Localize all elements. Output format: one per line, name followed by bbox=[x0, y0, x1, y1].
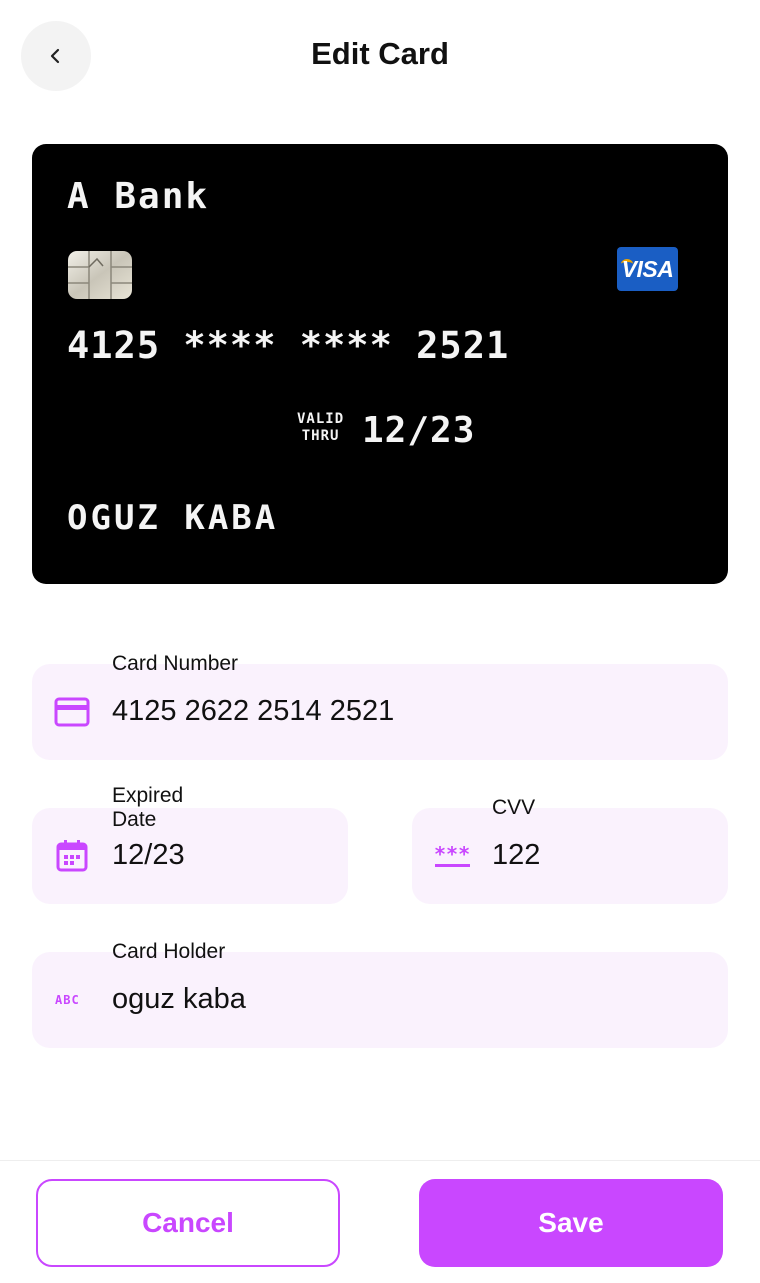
app-header: Edit Card bbox=[0, 0, 760, 110]
card-holder-display: OGUZ KABA bbox=[67, 498, 279, 538]
card-number-input[interactable]: 4125 2622 2514 2521 bbox=[112, 695, 394, 728]
card-brand: VISA bbox=[621, 256, 674, 282]
calendar-icon bbox=[56, 840, 88, 872]
valid-thru-label: VALID THRU bbox=[297, 411, 344, 445]
card-expiry-display: 12/23 bbox=[362, 410, 476, 451]
valid-thru-line1: VALID bbox=[297, 411, 345, 427]
cancel-button[interactable]: Cancel bbox=[36, 1179, 340, 1267]
password-icon: *** bbox=[434, 845, 470, 867]
card-bank-name: A Bank bbox=[67, 176, 210, 217]
expiry-field[interactable]: Expired Date 12/23 bbox=[32, 784, 348, 904]
action-footer: Cancel Save bbox=[0, 1160, 760, 1283]
page-title: Edit Card bbox=[311, 36, 449, 71]
abc-icon: ABC bbox=[55, 993, 80, 1007]
chip-icon bbox=[68, 251, 132, 299]
card-holder-label: Card Holder bbox=[112, 940, 226, 963]
valid-thru-line2: THRU bbox=[301, 428, 340, 444]
expiry-label: Expired Date bbox=[112, 784, 184, 831]
expiry-input[interactable]: 12/23 bbox=[112, 839, 185, 872]
visa-logo-icon: VISA bbox=[617, 247, 678, 291]
credit-card-icon bbox=[54, 697, 90, 727]
card-holder-input[interactable]: oguz kaba bbox=[112, 983, 246, 1016]
card-number-field[interactable]: Card Number 4125 2622 2514 2521 bbox=[32, 652, 728, 760]
cvv-field[interactable]: CVV *** 122 bbox=[412, 796, 728, 904]
card-number-label: Card Number bbox=[112, 652, 239, 675]
card-preview: A Bank VISA 4125 **** **** 2521 VALID TH… bbox=[32, 144, 728, 584]
card-number-display: 4125 **** **** 2521 bbox=[67, 324, 510, 367]
cvv-input[interactable]: 122 bbox=[492, 839, 540, 872]
cvv-label: CVV bbox=[492, 796, 536, 819]
svg-text:ABC: ABC bbox=[55, 993, 80, 1007]
save-button[interactable]: Save bbox=[419, 1179, 723, 1267]
card-holder-field[interactable]: Card Holder ABC oguz kaba bbox=[32, 940, 728, 1048]
svg-text:***: *** bbox=[434, 845, 470, 866]
